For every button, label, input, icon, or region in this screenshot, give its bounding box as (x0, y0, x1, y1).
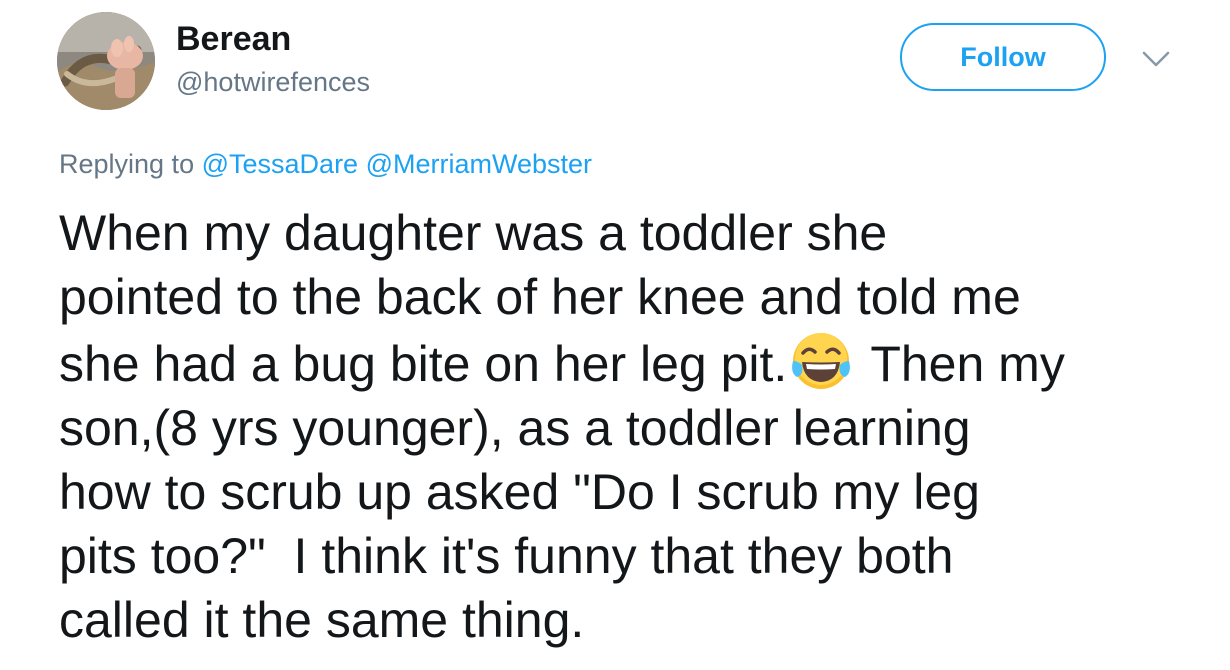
tweet-line: pointed to the back of her knee and told… (59, 269, 1021, 325)
tweet-line: Then my (857, 336, 1065, 392)
display-name[interactable]: Berean (176, 19, 291, 59)
mention-link[interactable]: @MerriamWebster (366, 149, 592, 179)
follow-button[interactable]: Follow (900, 23, 1106, 91)
tweet-line: When my daughter was a toddler she (59, 205, 888, 261)
tweet-line: she had a bug bite on her leg pit. (59, 336, 788, 392)
chevron-down-icon[interactable] (1141, 47, 1171, 71)
avatar-photo (57, 12, 155, 110)
tweet-line: called it the same thing. (59, 592, 585, 648)
tweet-line: how to scrub up asked "Do I scrub my leg (59, 464, 980, 520)
replying-to-label: Replying to (59, 149, 195, 179)
mention-link[interactable]: @TessaDare (202, 149, 358, 179)
tweet-line: pits too?" I think it's funny that they … (59, 528, 954, 584)
tweet-text: When my daughter was a toddler she point… (59, 201, 1209, 652)
user-handle[interactable]: @hotwirefences (176, 66, 370, 98)
face-with-tears-of-joy-icon (789, 329, 853, 393)
replying-to: Replying to @TessaDare @MerriamWebster (59, 146, 592, 182)
avatar[interactable] (57, 12, 155, 110)
tweet-line: son,(8 yrs younger), as a toddler learni… (59, 400, 971, 456)
